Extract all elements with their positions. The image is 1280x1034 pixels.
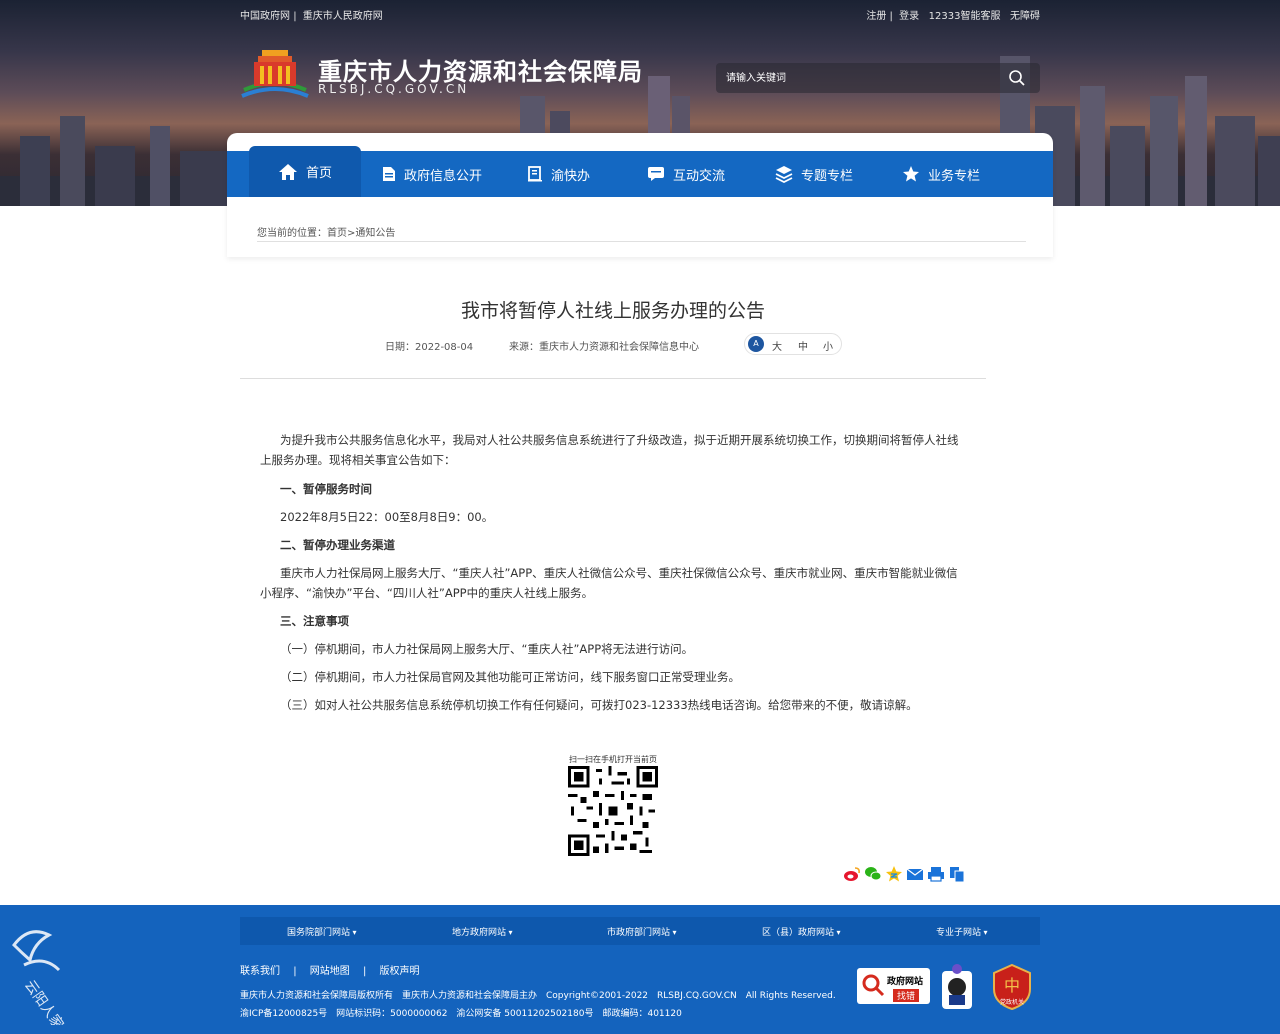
party-gov-badge[interactable]: 中 党政机关 xyxy=(990,963,1034,1011)
badge-text: 找错 xyxy=(893,989,920,1002)
article-source: 来源：重庆市人力资源和社会保障信息中心 xyxy=(509,342,699,353)
svg-text:云阳人家: 云阳人家 xyxy=(21,977,67,1025)
paragraph: 为提升我市公共服务信息化水平，我局对人社公共服务信息系统进行了升级改造，拟于近期… xyxy=(260,433,959,467)
breadcrumb-home[interactable]: 首页 xyxy=(327,228,347,239)
breadcrumb-current[interactable]: 通知公告 xyxy=(355,228,395,239)
site-domain: RLSBJ.CQ.GOV.CN xyxy=(318,82,470,96)
separator: | xyxy=(293,11,297,22)
nav-item-topics[interactable]: 专题专栏 xyxy=(775,151,853,197)
font-medium-button[interactable]: 中 xyxy=(798,338,808,353)
separator: | xyxy=(293,966,297,977)
qr-code xyxy=(568,766,658,856)
copy-icon[interactable] xyxy=(948,865,966,883)
font-small-button[interactable]: 小 xyxy=(823,338,833,353)
book-icon xyxy=(528,166,542,182)
font-size-switcher: A 大 中 小 xyxy=(744,333,842,355)
home-icon xyxy=(278,163,297,180)
separator: | xyxy=(889,11,893,22)
smart-service-link[interactable]: 12333智能客服 xyxy=(929,11,1001,22)
badge-text: 政府网站 xyxy=(887,977,924,987)
watermark-logo: 云阳人家 xyxy=(12,930,67,1025)
related-sites-dropdown[interactable]: 地方政府网站 xyxy=(452,925,513,938)
nav-item-yukuaiban[interactable]: 渝快办 xyxy=(527,151,590,197)
nav-label: 专题专栏 xyxy=(801,168,854,184)
copyright-text: 重庆市人力资源和社会保障局版权所有 重庆市人力资源和社会保障局主办 Copyri… xyxy=(240,991,836,1001)
paragraph: （二）停机期间，市人力社保局官网及其他功能可正常访问，线下服务窗口正常受理业务。 xyxy=(280,670,740,684)
paragraph: （一）停机期间，市人力社保局网上服务大厅、“重庆人社”APP将无法进行访问。 xyxy=(280,642,694,656)
qzone-icon[interactable] xyxy=(885,865,903,883)
nav-item-interaction[interactable]: 互动交流 xyxy=(647,151,725,197)
email-icon[interactable] xyxy=(906,865,924,883)
related-sites-bar: 国务院部门网站 地方政府网站 市政府部门网站 区（县）政府网站 专业子网站 xyxy=(240,917,1040,945)
nav-label: 业务专栏 xyxy=(928,168,981,184)
svg-text:中: 中 xyxy=(1004,976,1020,995)
search-icon[interactable] xyxy=(1008,69,1026,87)
nav-label: 政府信息公开 xyxy=(404,168,483,184)
wechat-icon[interactable] xyxy=(864,865,882,883)
separator: | xyxy=(362,966,367,977)
gov-site-error-badge[interactable]: 政府网站 找错 xyxy=(857,968,930,1004)
contact-link[interactable]: 联系我们 xyxy=(240,966,280,977)
link-china-gov[interactable]: 中国政府网 xyxy=(240,11,290,22)
nav-item-gov-info[interactable]: 政府信息公开 xyxy=(382,151,482,197)
police-badge-icon[interactable] xyxy=(940,963,974,1011)
star-icon xyxy=(903,166,919,182)
nav-item-home[interactable]: 首页 xyxy=(249,146,361,197)
paragraph: 2022年8月5日22：00至8月8日9：00。 xyxy=(280,510,494,524)
article-title: 我市将暂停人社线上服务办理的公告 xyxy=(460,300,765,322)
sitemap-link[interactable]: 网站地图 xyxy=(310,966,350,977)
footer: 云阳人家 国务院部门网站 地方政府网站 市政府部门网站 区（县）政府网站 专业子… xyxy=(0,905,1280,1034)
accessibility-link[interactable]: 无障碍 xyxy=(1010,11,1040,22)
registration-text: 渝ICP备12000825号 网站标识码：5000000062 渝公网安备 50… xyxy=(240,1009,682,1019)
chat-icon xyxy=(648,167,664,181)
login-link[interactable]: 登录 xyxy=(899,11,919,22)
print-icon[interactable] xyxy=(927,865,945,883)
link-chongqing-gov[interactable]: 重庆市人民政府网 xyxy=(303,11,383,22)
badge-text: 党政机关 xyxy=(999,999,1024,1006)
search-input[interactable] xyxy=(726,70,996,86)
copyright-link[interactable]: 版权声明 xyxy=(380,966,420,977)
register-link[interactable]: 注册 xyxy=(866,11,886,22)
section-heading: 三、注意事项 xyxy=(280,614,349,628)
qr-label: 扫一扫在手机打开当前页 xyxy=(569,755,657,764)
breadcrumb-prefix: 您当前的位置： xyxy=(257,228,327,239)
nav-label: 渝快办 xyxy=(551,168,591,184)
paragraph: （三）如对人社公共服务信息系统停机切换工作有任何疑问，可拨打023-12333热… xyxy=(280,698,918,712)
related-sites-dropdown[interactable]: 专业子网站 xyxy=(936,925,988,938)
article-date: 日期：2022-08-04 xyxy=(385,342,474,353)
weibo-icon[interactable] xyxy=(843,865,861,883)
related-sites-dropdown[interactable]: 区（县）政府网站 xyxy=(762,925,841,938)
error-finder-icon xyxy=(862,974,885,997)
bureau-logo[interactable] xyxy=(240,48,310,100)
nav-item-business[interactable]: 业务专栏 xyxy=(902,151,980,197)
section-heading: 二、暂停办理业务渠道 xyxy=(280,538,395,552)
related-sites-dropdown[interactable]: 国务院部门网站 xyxy=(287,925,357,938)
document-icon xyxy=(383,167,395,181)
paragraph: 重庆市人力社保局网上服务大厅、“重庆人社”APP、重庆人社微信公众号、重庆社保微… xyxy=(260,566,958,600)
divider xyxy=(240,378,986,379)
main-nav: 首页 政府信息公开 渝快办 互动交流 专题专栏 业务专栏 xyxy=(227,146,1053,197)
font-size-icon: A xyxy=(748,336,764,352)
font-large-button[interactable]: 大 xyxy=(772,338,782,353)
footer-nav: 联系我们 | 网站地图 | 版权声明 xyxy=(240,962,420,977)
divider xyxy=(257,241,1026,242)
related-sites-dropdown[interactable]: 市政府部门网站 xyxy=(607,925,677,938)
search-box xyxy=(716,63,1040,93)
nav-label: 首页 xyxy=(305,166,332,181)
breadcrumb: 您当前的位置：首页>通知公告 xyxy=(257,224,395,239)
layers-icon xyxy=(775,166,793,183)
nav-label: 互动交流 xyxy=(673,168,726,184)
top-utility-bar: 中国政府网 | 重庆市人民政府网 注册 | 登录 12333智能客服 无障碍 xyxy=(240,7,1040,22)
section-heading: 一、暂停服务时间 xyxy=(280,482,372,496)
